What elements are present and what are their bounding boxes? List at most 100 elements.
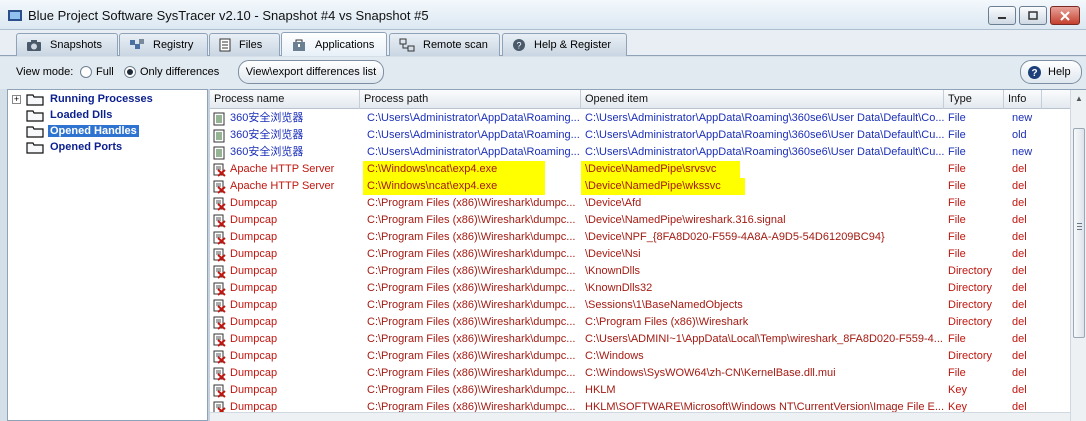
cell-info: del bbox=[1012, 231, 1027, 243]
column-header-opened-item[interactable]: Opened item bbox=[581, 90, 944, 109]
cell-info: del bbox=[1012, 316, 1027, 328]
tab-files[interactable]: Files bbox=[209, 33, 280, 56]
cell-info: del bbox=[1012, 265, 1027, 277]
cell-info: del bbox=[1012, 214, 1027, 226]
column-header-type[interactable]: Type bbox=[944, 90, 1004, 109]
table-row[interactable]: Dumpcap C:\Program Files (x86)\Wireshark\… bbox=[210, 297, 1070, 314]
table-row[interactable]: Dumpcap C:\Program Files (x86)\Wireshark\… bbox=[210, 246, 1070, 263]
cell-opened-item: \Sessions\1\BaseNamedObjects bbox=[585, 299, 743, 311]
cell-process-path: C:\Program Files (x86)\Wireshark\dumpc..… bbox=[367, 333, 576, 345]
minimize-button[interactable] bbox=[988, 6, 1016, 25]
view-mode-toolbar: View mode: Full Only differences bbox=[0, 57, 1086, 89]
cell-type: File bbox=[948, 333, 966, 345]
cell-type: File bbox=[948, 231, 966, 243]
table-row[interactable]: Dumpcap C:\Program Files (x86)\Wireshark\… bbox=[210, 212, 1070, 229]
tree-item-opened-ports[interactable]: Opened Ports bbox=[8, 139, 207, 155]
app-logo-icon bbox=[8, 10, 22, 21]
column-header-process-path[interactable]: Process path bbox=[360, 90, 581, 109]
horizontal-scrollbar[interactable] bbox=[210, 412, 1070, 421]
cell-info: del bbox=[1012, 299, 1027, 311]
only-differences-label[interactable]: Only differences bbox=[140, 66, 219, 78]
scroll-up-icon[interactable]: ▲ bbox=[1072, 91, 1086, 106]
cell-type: Key bbox=[948, 384, 967, 396]
camera-icon bbox=[27, 39, 41, 51]
minimize-icon bbox=[998, 16, 1006, 19]
cell-type: File bbox=[948, 197, 966, 209]
cell-type: Directory bbox=[948, 265, 993, 277]
expand-icon[interactable]: + bbox=[12, 94, 21, 104]
cell-process-name: Dumpcap bbox=[230, 350, 278, 362]
only-differences-radio[interactable] bbox=[124, 66, 136, 78]
tab-snapshots[interactable]: Snapshots bbox=[16, 33, 118, 56]
table-row[interactable]: Dumpcap C:\Program Files (x86)\Wireshark\… bbox=[210, 229, 1070, 246]
table-row[interactable]: 360安全浏览器 C:\Users\Administrator\AppData\R… bbox=[210, 127, 1070, 144]
cell-info: del bbox=[1012, 180, 1027, 192]
cell-process-path: C:\Program Files (x86)\Wireshark\dumpc..… bbox=[367, 384, 576, 396]
tree-item-running-processes[interactable]: + Running Processes bbox=[8, 91, 207, 107]
cell-process-path: C:\Program Files (x86)\Wireshark\dumpc..… bbox=[367, 197, 576, 209]
highlighted-text: C:\Windows\ncat\exp4.exe bbox=[363, 178, 546, 195]
cell-process-name: 360安全浏览器 bbox=[230, 146, 304, 158]
maximize-button[interactable] bbox=[1019, 6, 1047, 25]
cell-opened-item: \Device\NamedPipe\wireshark.316.signal bbox=[585, 214, 786, 226]
table-row[interactable]: 360安全浏览器 C:\Users\Administrator\AppData\R… bbox=[210, 144, 1070, 161]
table-row[interactable]: Dumpcap C:\Program Files (x86)\Wireshark\… bbox=[210, 348, 1070, 365]
cell-info: del bbox=[1012, 384, 1027, 396]
close-button[interactable] bbox=[1050, 6, 1080, 25]
cell-process-path: C:\Program Files (x86)\Wireshark\dumpc..… bbox=[367, 282, 576, 294]
cell-type: File bbox=[948, 129, 966, 141]
column-header-process-name[interactable]: Process name bbox=[210, 90, 360, 109]
tree-item-label: Running Processes bbox=[50, 93, 153, 105]
table-row[interactable]: Dumpcap C:\Program Files (x86)\Wireshark\… bbox=[210, 331, 1070, 348]
cell-opened-item: \KnownDlls32 bbox=[585, 282, 653, 294]
tree-item-loaded-dlls[interactable]: Loaded Dlls bbox=[8, 107, 207, 123]
table-row[interactable]: Dumpcap C:\Program Files (x86)\Wireshark\… bbox=[210, 382, 1070, 399]
tab-registry[interactable]: Registry bbox=[119, 33, 208, 56]
view-mode-label: View mode: bbox=[16, 66, 74, 78]
highlighted-text: \Device\NamedPipe\srvsvc bbox=[581, 161, 741, 178]
cell-process-name: Dumpcap bbox=[230, 197, 278, 209]
cell-type: File bbox=[948, 367, 966, 379]
cell-opened-item: C:\Users\Administrator\AppData\Roaming\3… bbox=[585, 146, 944, 158]
cell-process-path: C:\Users\Administrator\AppData\Roaming..… bbox=[367, 129, 580, 141]
scrollbar-thumb[interactable] bbox=[1073, 128, 1085, 338]
vertical-scrollbar[interactable]: ▲ bbox=[1070, 90, 1086, 421]
table-row[interactable]: Dumpcap C:\Program Files (x86)\Wireshark\… bbox=[210, 365, 1070, 382]
help-button-label: Help bbox=[1048, 66, 1071, 78]
cell-type: File bbox=[948, 248, 966, 260]
highlighted-text: \Device\NamedPipe\wkssvc bbox=[581, 178, 745, 195]
tab-label: Snapshots bbox=[50, 39, 102, 51]
tab-applications[interactable]: Applications bbox=[281, 32, 387, 56]
cell-process-path: C:\Program Files (x86)\Wireshark\dumpc..… bbox=[367, 265, 576, 277]
category-tree: + Running Processes Loaded Dlls Opened H… bbox=[7, 89, 208, 421]
export-differences-button[interactable]: View\export differences list bbox=[238, 60, 384, 84]
svg-text:?: ? bbox=[1031, 68, 1037, 79]
tab-label: Remote scan bbox=[423, 39, 488, 51]
table-row[interactable]: Apache HTTP Server C:\Windows\ncat\exp4.e… bbox=[210, 178, 1070, 195]
full-radio-label[interactable]: Full bbox=[96, 66, 114, 78]
cell-opened-item: C:\Program Files (x86)\Wireshark bbox=[585, 316, 749, 328]
cell-process-name: 360安全浏览器 bbox=[230, 112, 304, 124]
help-button[interactable]: ? Help bbox=[1020, 60, 1082, 84]
table-row[interactable]: 360安全浏览器 C:\Users\Administrator\AppData\R… bbox=[210, 110, 1070, 127]
highlighted-text: C:\Windows\ncat\exp4.exe bbox=[363, 161, 546, 178]
table-row[interactable]: Dumpcap C:\Program Files (x86)\Wireshark\… bbox=[210, 263, 1070, 280]
main-tab-bar: Snapshots Registry Files Applications Re… bbox=[0, 30, 1086, 56]
cell-info: old bbox=[1012, 129, 1027, 141]
table-row[interactable]: Apache HTTP Server C:\Windows\ncat\exp4.e… bbox=[210, 161, 1070, 178]
cell-type: Directory bbox=[948, 350, 993, 362]
cell-info: del bbox=[1012, 282, 1027, 294]
cell-opened-item: C:\Users\ADMINI~1\AppData\Local\Temp\wir… bbox=[585, 333, 943, 345]
close-icon bbox=[1060, 10, 1070, 21]
table-row[interactable]: Dumpcap C:\Program Files (x86)\Wireshark\… bbox=[210, 195, 1070, 212]
table-row[interactable]: Dumpcap C:\Program Files (x86)\Wireshark\… bbox=[210, 314, 1070, 331]
tab-help-register[interactable]: ? Help & Register bbox=[502, 33, 627, 56]
tree-item-opened-handles[interactable]: Opened Handles bbox=[8, 123, 207, 139]
column-header-info[interactable]: Info bbox=[1004, 90, 1042, 109]
table-row[interactable]: Dumpcap C:\Program Files (x86)\Wireshark\… bbox=[210, 280, 1070, 297]
tab-remote-scan[interactable]: Remote scan bbox=[389, 33, 500, 56]
cell-opened-item: C:\Users\Administrator\AppData\Roaming\3… bbox=[585, 129, 944, 141]
cell-type: File bbox=[948, 112, 966, 124]
full-radio[interactable] bbox=[80, 66, 92, 78]
cell-opened-item: \Device\NamedPipe\wkssvc bbox=[581, 178, 944, 195]
